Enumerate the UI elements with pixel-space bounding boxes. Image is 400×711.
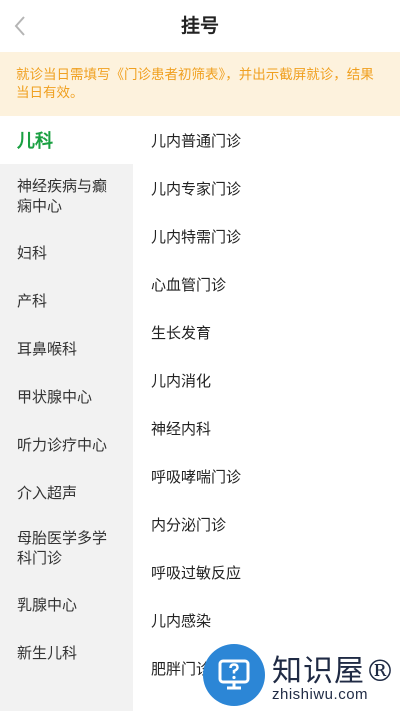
watermark-logo	[203, 644, 265, 706]
watermark-text: 知识屋®	[272, 654, 396, 689]
list-item[interactable]: 儿内感染	[133, 596, 400, 644]
sidebar-item-label: 产科	[17, 291, 48, 310]
list-item[interactable]: 生长发育	[133, 308, 400, 356]
list-item[interactable]: 儿内消化	[133, 356, 400, 404]
sidebar-item-label: 妇科	[17, 243, 48, 262]
list-item[interactable]: 呼吸过敏反应	[133, 548, 400, 596]
sidebar-item-gynecology[interactable]: 妇科	[0, 228, 133, 276]
sidebar-item-interventional-ultrasound[interactable]: 介入超声	[0, 468, 133, 516]
list-item[interactable]: 儿内普通门诊	[133, 116, 400, 164]
sidebar-item-label: 耳鼻喉科	[17, 339, 78, 358]
sidebar-item-hearing[interactable]: 听力诊疗中心	[0, 420, 133, 468]
sidebar-item-label: 儿科	[17, 131, 53, 152]
sidebar-item-thyroid[interactable]: 甲状腺中心	[0, 372, 133, 420]
sidebar-item-label: 新生儿科	[17, 643, 78, 662]
watermark: 知识屋® zhishiwu.com	[200, 640, 400, 711]
list-item[interactable]: 内分泌门诊	[133, 500, 400, 548]
header-bar: 挂号	[0, 0, 400, 52]
notice-text: 就诊当日需填写《门诊患者初筛表》，并出示截屏就诊，结果当日有效。	[16, 67, 374, 101]
sidebar-item-label: 听力诊疗中心	[17, 435, 108, 454]
department-sidebar: 儿科 神经疾病与癫痫中心 妇科 产科 耳鼻喉科 甲状腺中心 听力诊疗中心 介入超…	[0, 116, 133, 711]
sidebar-item-neurology-epilepsy[interactable]: 神经疾病与癫痫中心	[0, 164, 133, 228]
sidebar-item-label: 介入超声	[17, 483, 78, 502]
list-item[interactable]: 儿内特需门诊	[133, 212, 400, 260]
list-item[interactable]: 神经内科	[133, 404, 400, 452]
list-item[interactable]: 心血管门诊	[133, 260, 400, 308]
list-item[interactable]: 儿内专家门诊	[133, 164, 400, 212]
sidebar-item-label: 甲状腺中心	[17, 387, 93, 406]
sidebar-item-obstetrics[interactable]: 产科	[0, 276, 133, 324]
sidebar-item-ent[interactable]: 耳鼻喉科	[0, 324, 133, 372]
back-button[interactable]	[8, 12, 32, 40]
watermark-url: zhishiwu.com	[272, 686, 369, 703]
sidebar-item-neonatology[interactable]: 新生儿科	[0, 628, 133, 676]
chevron-left-icon	[14, 16, 25, 36]
clinic-list: 儿内普通门诊 儿内专家门诊 儿内特需门诊 心血管门诊 生长发育 儿内消化 神经内…	[133, 116, 400, 711]
notice-banner: 就诊当日需填写《门诊患者初筛表》，并出示截屏就诊，结果当日有效。	[0, 52, 400, 116]
question-monitor-icon	[218, 659, 250, 690]
sidebar-item-label: 神经疾病与癫痫中心	[17, 177, 108, 215]
page-title: 挂号	[180, 15, 219, 37]
sidebar-item-label: 母胎医学多学科门诊	[17, 529, 108, 567]
sidebar-item-breast[interactable]: 乳腺中心	[0, 580, 133, 628]
sidebar-item-maternal-fetal[interactable]: 母胎医学多学科门诊	[0, 516, 133, 580]
sidebar-item-pediatrics[interactable]: 儿科	[0, 116, 133, 164]
list-item[interactable]: 呼吸哮喘门诊	[133, 452, 400, 500]
sidebar-item-label: 乳腺中心	[17, 595, 78, 614]
